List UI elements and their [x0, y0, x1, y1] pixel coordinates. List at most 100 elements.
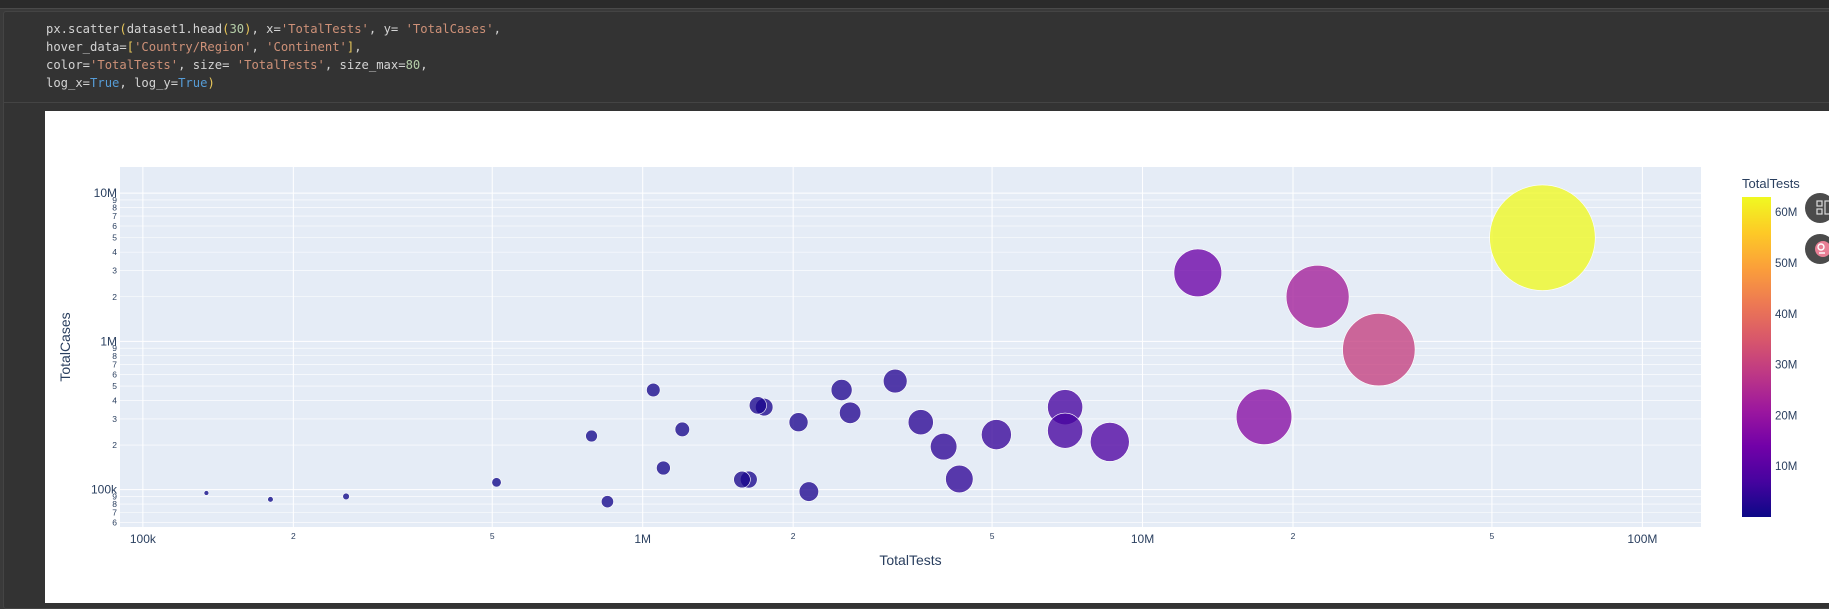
x-tick-label: 100M: [1627, 532, 1657, 546]
code-token: True: [178, 76, 208, 90]
y-tick-label: 3: [112, 414, 117, 424]
code-token: 30: [229, 22, 245, 36]
scatter-point: [788, 412, 809, 433]
y-tick-label: 6: [112, 369, 117, 379]
code-token: dataset1.head: [126, 22, 223, 36]
y-tick-label: 7: [112, 359, 117, 369]
scatter-point: [267, 496, 274, 503]
y-tick-label: 100k: [91, 483, 118, 497]
code-token: 80: [405, 58, 421, 72]
scatter-point: [907, 409, 934, 436]
colorbar-title: TotalTests: [1742, 176, 1800, 191]
code-line: px.scatter(dataset1.head(30), x='TotalTe…: [46, 20, 501, 38]
scatter-point: [1285, 264, 1350, 329]
code-token: ,: [354, 40, 362, 54]
colorbar-tick-label: 10M: [1775, 461, 1797, 473]
plot-area: [120, 167, 1701, 527]
x-tick-label: 10M: [1131, 532, 1154, 546]
scatter-point: [1090, 422, 1130, 462]
code-editor[interactable]: px.scatter(dataset1.head(30), x='TotalTe…: [46, 20, 501, 92]
x-tick-label: 5: [1490, 531, 1495, 541]
y-tick-label: 1M: [100, 334, 117, 348]
code-token: ,: [420, 58, 428, 72]
code-token: hover_data=: [46, 40, 127, 54]
code-token: , x=: [251, 22, 281, 36]
scatter-point: [733, 470, 751, 489]
code-token: True: [90, 76, 120, 90]
x-tick-label: 1M: [634, 532, 651, 546]
colorbar-tick-label: 60M: [1775, 207, 1797, 219]
code-token: 'TotalTests': [280, 22, 369, 36]
scatter-point: [930, 433, 958, 461]
code-token: 'TotalTests': [90, 58, 179, 72]
y-axis-title: TotalCases: [57, 312, 73, 381]
window-top-bar: [0, 0, 1829, 9]
scatter-point: [1173, 248, 1222, 297]
cell-divider: [3, 102, 1829, 103]
y-tick-label: 5: [112, 233, 117, 243]
scatter-point: [1489, 184, 1596, 291]
y-tick-label: 10M: [94, 186, 117, 200]
y-tick-label: 5: [112, 381, 117, 391]
code-token: 'Country/Region': [134, 40, 252, 54]
scatter-point: [1342, 313, 1416, 387]
x-tick-label: 2: [791, 531, 796, 541]
expand-icon[interactable]: [1805, 193, 1829, 223]
scatter-point: [342, 492, 350, 501]
y-tick-label: 4: [112, 395, 117, 405]
x-tick-label: 100k: [130, 532, 157, 546]
scatter-point: [830, 379, 853, 401]
code-token: 'TotalTests': [236, 58, 325, 72]
scatter-point: [674, 421, 690, 437]
code-token: color=: [46, 58, 91, 72]
y-tick-label: 4: [112, 247, 117, 257]
scatter-chart[interactable]: 100k 2 5 1M 2 5 10M 2 5 100M6789100k234567891M234…: [45, 111, 1829, 603]
code-line: log_x=True, log_y=True): [46, 74, 501, 92]
scatter-point: [981, 419, 1012, 450]
code-token: , log_y=: [119, 76, 179, 90]
code-token: 'TotalCases': [405, 22, 494, 36]
code-token: , size=: [178, 58, 237, 72]
scatter-point: [491, 477, 502, 488]
code-token: ): [207, 76, 215, 90]
y-tick-label: 2: [112, 292, 117, 302]
scatter-point: [945, 464, 974, 494]
scatter-point: [883, 368, 908, 394]
scatter-point: [585, 429, 598, 443]
scatter-point: [748, 396, 767, 415]
scatter-point: [601, 495, 614, 509]
x-tick-label: 2: [291, 531, 296, 541]
code-token: px.scatter: [46, 22, 120, 36]
code-line: hover_data=['Country/Region', 'Continent…: [46, 38, 501, 56]
x-tick-label: 2: [1291, 531, 1296, 541]
code-token: 'Continent': [266, 40, 347, 54]
colorbar-tick-label: 50M: [1775, 258, 1797, 270]
y-tick-label: 7: [112, 508, 117, 518]
colorbar-tick-label: 20M: [1775, 410, 1797, 422]
colorbar-tick-label: 40M: [1775, 309, 1797, 321]
code-token: ,: [493, 22, 501, 36]
code-token: (: [119, 22, 127, 36]
y-tick-label: 2: [112, 440, 117, 450]
scatter-point: [1047, 412, 1084, 449]
x-tick-label: 5: [990, 531, 995, 541]
code-token: ,: [251, 40, 267, 54]
code-token: , size_max=: [324, 58, 406, 72]
scatter-point: [839, 401, 862, 424]
scatter-point: [656, 460, 671, 476]
code-line: color='TotalTests', size= 'TotalTests', …: [46, 56, 501, 74]
scatter-point: [798, 481, 819, 502]
code-token: , y=: [368, 22, 406, 36]
y-tick-label: 7: [112, 211, 117, 221]
cell-output: 100k 2 5 1M 2 5 10M 2 5 100M 6 7 8 9 100k 2 3 4 5 6 7 8 9 1M 2 3 4…: [45, 111, 1829, 603]
y-tick-label: 6: [112, 518, 117, 528]
y-tick-label: 3: [112, 266, 117, 276]
assistant-icon[interactable]: [1805, 234, 1829, 264]
y-tick-label: 6: [112, 221, 117, 231]
colorbar: [1742, 197, 1771, 517]
scatter-point: [203, 490, 210, 496]
code-token: [: [126, 40, 135, 54]
scatter-point: [646, 382, 661, 398]
colorbar-tick-label: 30M: [1775, 360, 1797, 372]
x-tick-label: 5: [490, 531, 495, 541]
